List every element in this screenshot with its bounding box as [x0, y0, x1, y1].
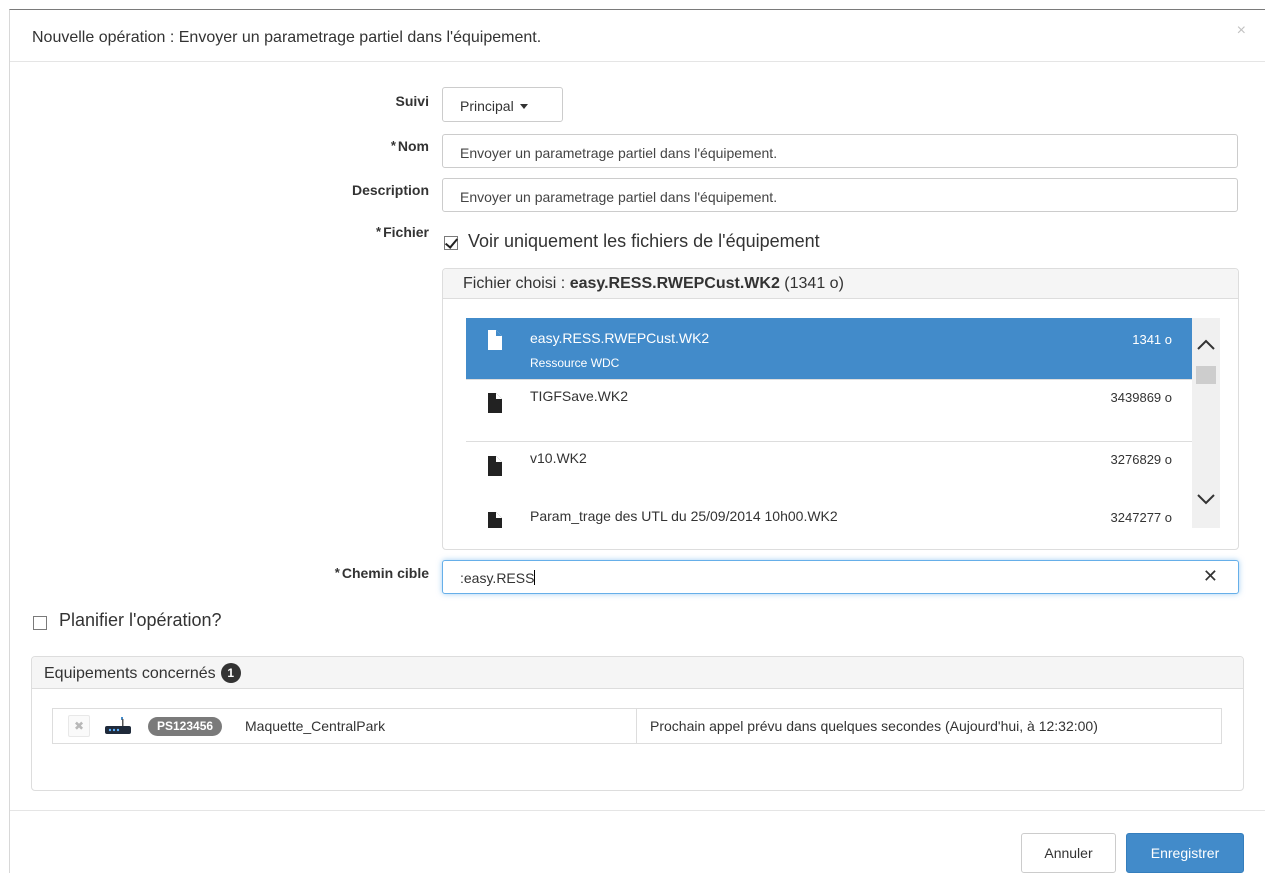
- equipements-count-badge: 1: [220, 663, 241, 683]
- filter-device-files-label: Voir uniquement les fichiers de l'équipe…: [468, 231, 820, 251]
- equipement-name: Maquette_CentralPark: [245, 718, 386, 734]
- equipement-id-badge: PS123456: [148, 717, 223, 736]
- file-subtitle: Ressource WDC: [530, 356, 620, 370]
- modem-device-icon: [103, 717, 133, 740]
- planifier-checkbox[interactable]: [33, 616, 47, 630]
- scroll-up-icon[interactable]: [1195, 338, 1217, 354]
- nom-input[interactable]: Envoyer un parametrage partiel dans l'éq…: [442, 134, 1238, 168]
- text-cursor: [534, 570, 536, 585]
- file-name: v10.WK2: [530, 450, 587, 466]
- chosen-file-name: easy.RESS.RWEPCust.WK2: [569, 275, 780, 292]
- planifier-label: Planifier l'opération?: [59, 610, 222, 630]
- caret-down-icon: [519, 104, 528, 109]
- save-button[interactable]: Enregistrer: [1126, 833, 1244, 873]
- file-list-item[interactable]: easy.RESS.RWEPCust.WK2 Ressource WDC 134…: [466, 318, 1192, 380]
- footer-divider: [10, 810, 1265, 811]
- chosen-file-heading: Fichier choisi : easy.RESS.RWEPCust.WK2 …: [443, 269, 1238, 299]
- file-name: Param_trage des UTL du 25/09/2014 10h00.…: [530, 508, 838, 524]
- equipements-panel: Equipements concernés 1 ✖ PS123456 Maquet…: [31, 656, 1244, 791]
- equipement-status: Prochain appel prévu dans quelques secon…: [650, 718, 1098, 734]
- file-size: 3439869 o: [1110, 390, 1172, 405]
- suivi-label: Suivi: [395, 93, 429, 109]
- required-marker: *: [334, 565, 340, 580]
- file-size: 3247277 o: [1110, 510, 1172, 525]
- file-icon: [488, 393, 502, 418]
- file-name: TIGFSave.WK2: [530, 388, 629, 404]
- remove-equipement-button[interactable]: ✖: [68, 715, 90, 737]
- description-input[interactable]: Envoyer un parametrage partiel dans l'éq…: [442, 178, 1238, 212]
- file-icon: [488, 512, 502, 528]
- modal-header: Nouvelle opération : Envoyer un parametr…: [10, 10, 1265, 62]
- chemin-cible-input[interactable]: :easy.RESS ✕: [442, 560, 1239, 594]
- file-list-scrollbar[interactable]: [1192, 318, 1220, 528]
- fichier-label: * Fichier: [376, 224, 429, 240]
- suivi-value: Principal: [460, 98, 514, 114]
- nom-label: * Nom: [390, 138, 429, 154]
- file-list-item[interactable]: Param_trage des UTL du 25/09/2014 10h00.…: [466, 500, 1192, 528]
- new-operation-dialog: Nouvelle opération : Envoyer un parametr…: [9, 9, 1265, 873]
- chosen-file-size: (1341 o): [784, 275, 844, 292]
- chemin-cible-value: :easy.RESS: [460, 570, 535, 586]
- clear-icon[interactable]: ✕: [1203, 566, 1218, 587]
- file-icon: [488, 456, 502, 481]
- required-marker: *: [376, 224, 382, 239]
- scrollbar-thumb[interactable]: [1196, 366, 1216, 384]
- file-name: easy.RESS.RWEPCust.WK2: [530, 330, 710, 346]
- filter-device-files-checkbox[interactable]: [444, 236, 458, 250]
- table-row: ✖ PS123456 Maquette_CentralPark Prochain…: [52, 708, 1222, 744]
- file-list-item[interactable]: v10.WK2 3276829 o: [466, 442, 1192, 504]
- suivi-dropdown[interactable]: Principal: [442, 87, 563, 122]
- modal-title: Nouvelle opération : Envoyer un parametr…: [32, 29, 542, 46]
- file-size: 1341 o: [1132, 332, 1172, 347]
- equipement-cell: ✖ PS123456 Maquette_CentralPark: [53, 709, 637, 743]
- file-list: easy.RESS.RWEPCust.WK2 Ressource WDC 134…: [466, 318, 1192, 528]
- file-icon: [488, 330, 502, 355]
- equipements-heading: Equipements concernés 1: [32, 657, 1243, 689]
- cancel-button[interactable]: Annuler: [1021, 833, 1116, 873]
- file-size: 3276829 o: [1110, 452, 1172, 467]
- file-chooser-panel: Fichier choisi : easy.RESS.RWEPCust.WK2 …: [442, 268, 1239, 550]
- close-icon[interactable]: ×: [1237, 22, 1246, 40]
- required-marker: *: [390, 138, 396, 153]
- file-list-item[interactable]: TIGFSave.WK2 3439869 o: [466, 380, 1192, 442]
- scroll-down-icon[interactable]: [1195, 492, 1217, 508]
- chemin-cible-label: * Chemin cible: [334, 565, 429, 581]
- description-label: Description: [351, 182, 429, 198]
